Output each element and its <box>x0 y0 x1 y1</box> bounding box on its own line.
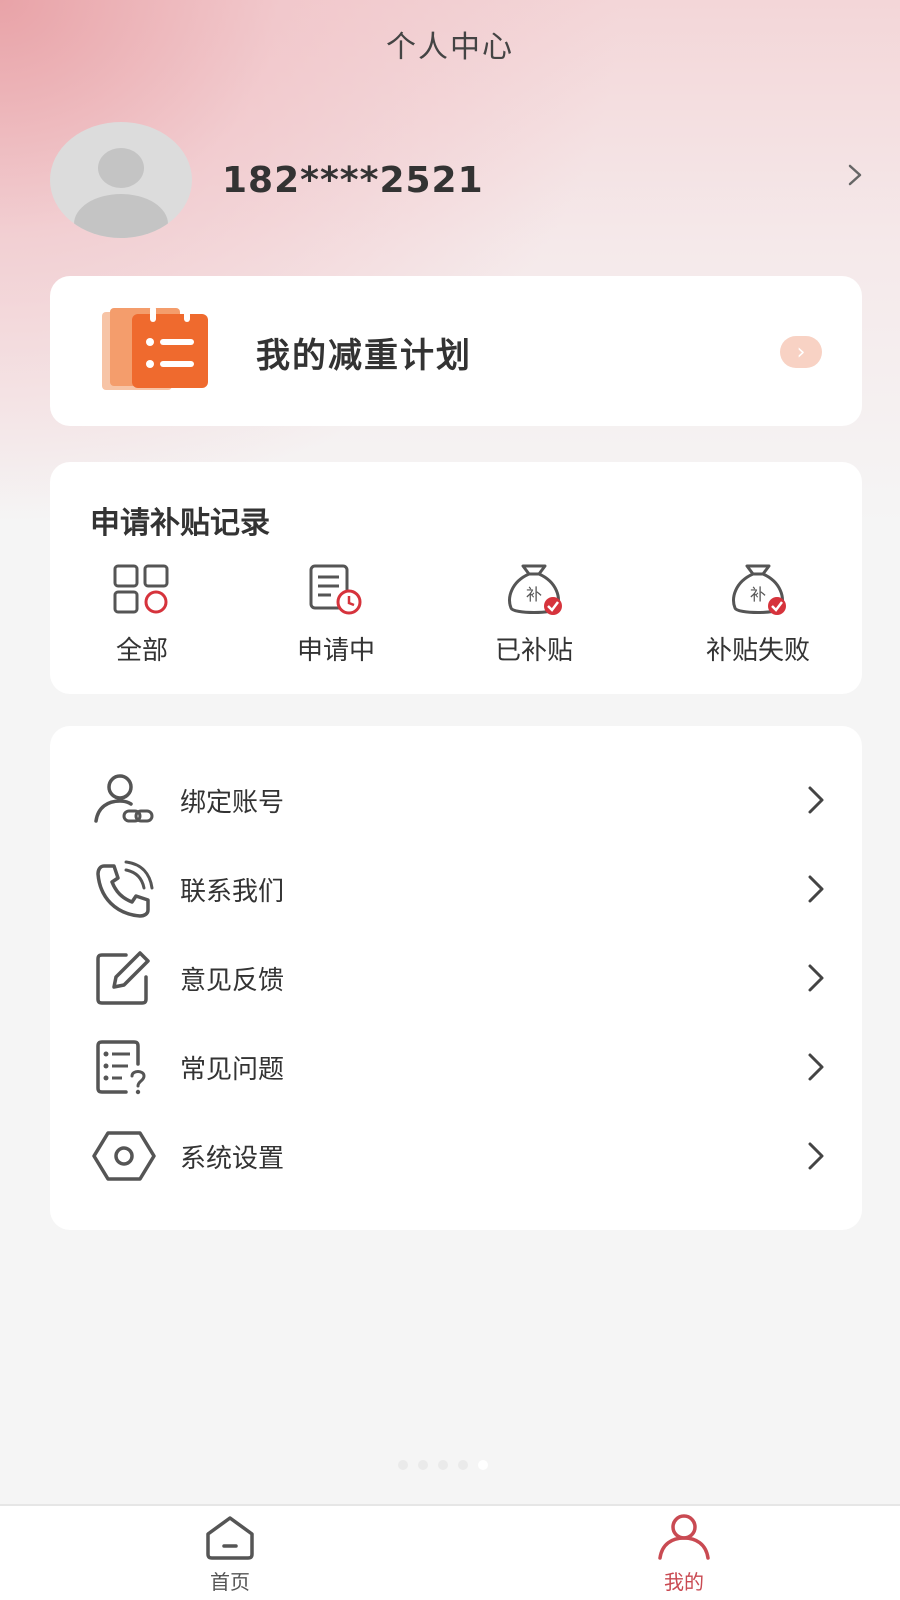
document-clock-icon <box>309 564 362 615</box>
profile-row[interactable]: 182****2521 <box>50 120 870 240</box>
subsidy-filter-subsidized[interactable]: 补 已补贴 <box>454 562 614 667</box>
subsidy-title: 申请补贴记录 <box>90 506 270 541</box>
plan-arrow-button[interactable]: › <box>780 336 822 368</box>
bottom-tab-bar: 首页 我的 <box>0 1504 900 1600</box>
subsidy-filter-all[interactable]: 全部 <box>62 562 222 667</box>
money-bag-icon: 补 <box>732 564 786 615</box>
chevron-right-icon <box>808 786 824 814</box>
svg-text:补: 补 <box>750 585 766 604</box>
menu-item-feedback[interactable]: 意见反馈 <box>90 946 830 1010</box>
user-link-icon <box>94 774 154 823</box>
menu-item-faq[interactable]: 常见问题 <box>90 1035 830 1099</box>
subsidy-records-card: 申请补贴记录 全部 申请中 补 已补贴 补 补贴失败 <box>50 462 862 694</box>
menu-item-bind-account[interactable]: 绑定账号 <box>90 768 830 832</box>
subsidy-filter-applying[interactable]: 申请中 <box>256 562 416 667</box>
money-bag-icon: 补 <box>508 564 562 615</box>
faq-icon <box>96 1040 146 1095</box>
settings-icon <box>92 1131 156 1181</box>
avatar[interactable] <box>50 122 192 238</box>
page-indicator <box>398 1460 488 1470</box>
svg-text:补: 补 <box>526 585 542 604</box>
phone-number: 182****2521 <box>222 159 484 201</box>
weight-loss-plan-card[interactable]: 我的减重计划 › <box>50 276 862 426</box>
settings-menu-card: 绑定账号 联系我们 意见反馈 常见问题 系统设置 <box>50 726 862 1230</box>
edit-icon <box>96 951 150 1005</box>
chevron-right-icon <box>808 1142 824 1170</box>
grid-icon <box>113 564 169 614</box>
menu-item-contact-us[interactable]: 联系我们 <box>90 857 830 921</box>
menu-item-system-settings[interactable]: 系统设置 <box>90 1124 830 1188</box>
tab-mine[interactable]: 我的 <box>624 1512 744 1595</box>
chevron-right-icon <box>808 875 824 903</box>
home-icon <box>206 1516 254 1560</box>
page-title: 个人中心 <box>386 30 514 65</box>
chevron-right-icon[interactable] <box>840 160 870 190</box>
chevron-right-icon <box>808 1053 824 1081</box>
chevron-right-icon <box>808 964 824 992</box>
user-icon <box>658 1514 710 1560</box>
subsidy-filter-failed[interactable]: 补 补贴失败 <box>678 562 838 667</box>
tab-home[interactable]: 首页 <box>170 1512 290 1595</box>
plan-label: 我的减重计划 <box>256 336 472 376</box>
phone-icon <box>96 860 154 918</box>
calendar-plan-icon <box>102 306 208 390</box>
